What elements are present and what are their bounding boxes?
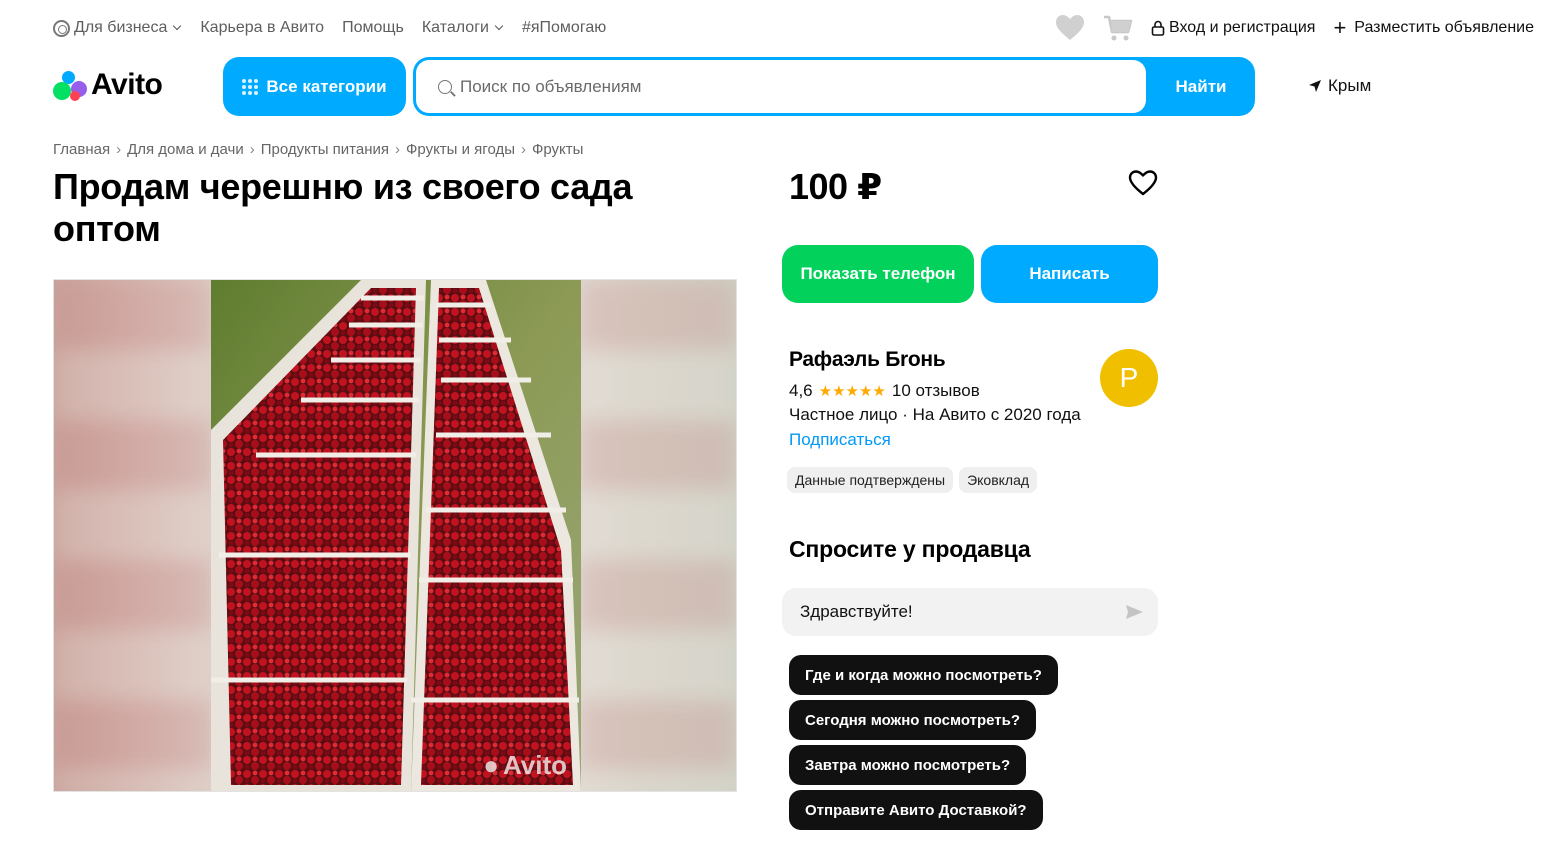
top-nav-left: Для бизнеса Карьера в Авито Помощь Катал… [53,19,606,37]
catalogs-link[interactable]: Каталоги [422,19,504,37]
gallery-blur-right [579,280,736,791]
breadcrumb-separator: › [249,141,255,158]
cherry-crates-image [211,280,581,791]
quick-question-chip[interactable]: Завтра можно посмотреть? [789,745,1027,785]
page-title: Продам черешню из своего сада оптом [53,166,633,249]
search-button[interactable]: Найти [1147,57,1255,116]
search-bar: Найти [413,57,1255,116]
target-icon [53,19,70,37]
search-field [416,60,1146,113]
post-ad-link[interactable]: + Разместить объявление [1333,17,1534,39]
message-field[interactable]: Здравствуйте! [782,588,1158,636]
quick-question-chip[interactable]: Сегодня можно посмотреть? [789,700,1037,740]
breadcrumb-item[interactable]: Продукты питания [261,141,389,158]
cart-icon[interactable] [1103,14,1133,42]
quick-question-chip[interactable]: Отправите Авито Доставкой? [789,790,1043,830]
seller-badges: Данные подтверждены Эковклад [787,467,1038,493]
badge-verified[interactable]: Данные подтверждены [787,467,954,493]
quick-question-chip[interactable]: Где и когда можно посмотреть? [789,655,1058,695]
all-categories-button[interactable]: Все категории [223,57,406,116]
region-label: Крым [1328,76,1372,95]
business-link[interactable]: Для бизнеса [53,19,182,37]
catalogs-label: Каталоги [421,19,489,36]
post-ad-label: Разместить объявление [1354,19,1534,36]
message-text: Здравствуйте! [800,602,913,621]
write-message-button[interactable]: Написать [981,245,1158,303]
search-icon [438,79,452,94]
avito-logo[interactable]: Avito [53,68,163,102]
show-phone-button[interactable]: Показать телефон [782,245,974,303]
price: 100 ₽ [789,166,882,207]
help-link[interactable]: Помощь [342,19,404,37]
breadcrumb-separator: › [116,141,122,158]
rating-value: 4,6 [789,381,813,400]
plus-icon: + [1333,15,1347,40]
chevron-down-icon [173,21,182,31]
top-nav-right: Вход и регистрация + Разместить объявлен… [1055,14,1534,42]
breadcrumb-item[interactable]: Фрукты [532,141,583,158]
watermark: ● Avito [483,750,567,781]
breadcrumb-separator: › [395,141,400,158]
business-label: Для бизнеса [74,19,168,36]
heart-icon[interactable] [1055,14,1085,42]
breadcrumb-item[interactable]: Для дома и дачи [127,141,244,158]
chevron-down-icon [494,21,504,31]
lock-icon [1151,20,1165,36]
breadcrumb-item[interactable]: Главная [53,141,110,158]
quick-questions: Где и когда можно посмотреть? Сегодня мо… [789,655,1058,830]
logo-dots-icon [53,69,87,101]
favorite-heart-icon[interactable] [1128,169,1158,197]
listing-photo[interactable]: ● Avito [211,280,581,791]
photo-gallery[interactable]: ● Avito [53,279,737,792]
subscribe-link[interactable]: Подписаться [789,430,891,450]
seller-name[interactable]: Рафаэль Бrонь [789,348,946,372]
search-input[interactable] [460,76,1060,97]
gallery-blur-left [54,280,212,791]
watermark-text: Avito [502,750,567,780]
seller-meta: Частное лицо · На Авито с 2020 года [789,405,1081,424]
top-nav: Для бизнеса Карьера в Авито Помощь Катал… [53,14,1534,42]
all-categories-label: Все категории [266,76,387,96]
seller-rating[interactable]: 4,6 ★★★★★ 10 отзывов [789,381,980,401]
rating-stars-icon: ★★★★★ [818,383,886,400]
login-link[interactable]: Вход и регистрация [1151,19,1315,37]
career-link[interactable]: Карьера в Авито [200,19,324,37]
breadcrumb: Главная › Для дома и дачи › Продукты пит… [53,141,583,158]
grid-icon [242,78,259,95]
ask-seller-title: Спросите у продавца [789,536,1031,562]
ihelp-link[interactable]: #яПомогаю [522,19,606,37]
breadcrumb-item[interactable]: Фрукты и ягоды [406,141,515,158]
login-label: Вход и регистрация [1168,19,1316,36]
logo-text: Avito [91,68,163,101]
reviews-count: 10 отзывов [891,381,980,400]
breadcrumb-separator: › [520,141,526,158]
send-icon[interactable] [1124,602,1144,622]
location-arrow-icon [1309,80,1321,92]
badge-eco[interactable]: Эковклад [959,467,1038,493]
watermark-logo-icon: ● [483,750,499,780]
avatar[interactable]: Р [1100,349,1158,407]
region-selector[interactable]: Крым [1308,76,1371,96]
